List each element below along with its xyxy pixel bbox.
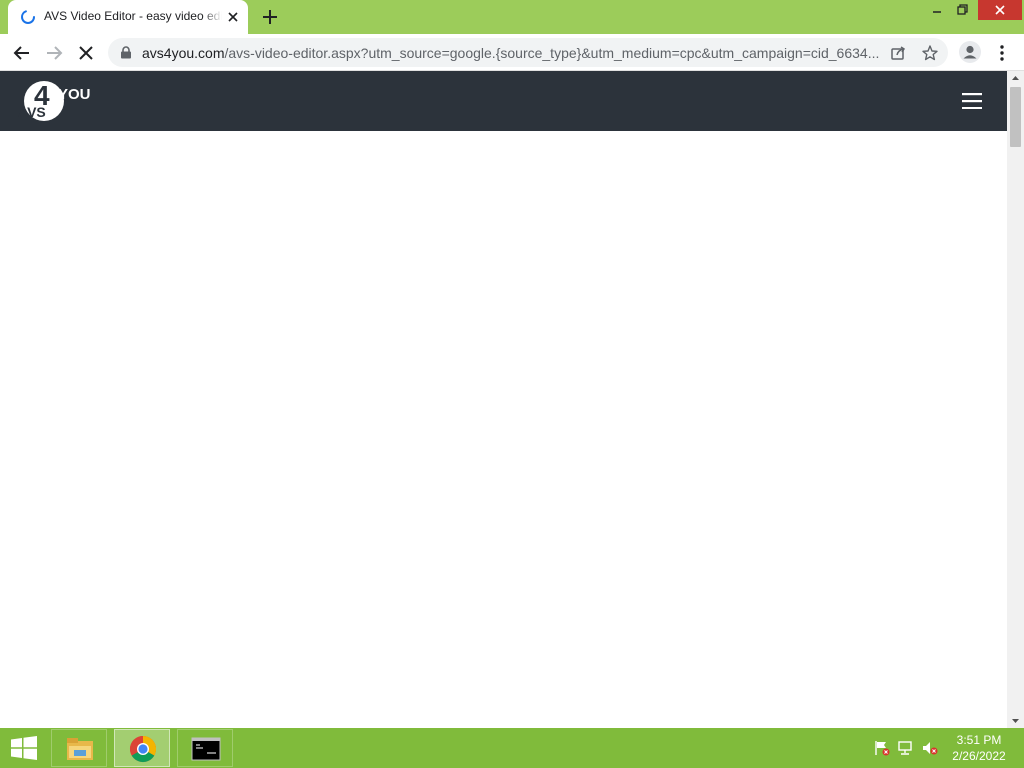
command-prompt-icon (191, 737, 221, 761)
scroll-up-arrow-icon[interactable] (1007, 71, 1024, 85)
taskbar-chrome[interactable] (114, 729, 170, 767)
bookmark-star-icon[interactable] (921, 44, 939, 62)
network-icon[interactable] (897, 740, 915, 756)
browser-tab[interactable]: AVS Video Editor - easy video editing (8, 0, 248, 34)
url-path: /avs-video-editor.aspx?utm_source=google… (224, 45, 880, 61)
logo-suffix: YOU (58, 86, 90, 103)
tab-strip: AVS Video Editor - easy video editing (0, 0, 1024, 34)
stop-loading-icon[interactable] (74, 41, 98, 65)
taskbar-file-explorer[interactable] (51, 729, 107, 767)
hamburger-menu-icon[interactable] (962, 93, 982, 109)
back-icon[interactable] (10, 41, 34, 65)
vertical-scrollbar[interactable] (1007, 71, 1024, 728)
site-header: YOU 4 AVS (0, 71, 1007, 131)
taskbar: 3:51 PM 2/26/2022 (0, 728, 1024, 768)
minimize-icon[interactable] (926, 0, 948, 20)
action-center-flag-icon[interactable] (873, 740, 891, 756)
url-host: avs4you.com (142, 45, 225, 61)
avs4you-logo[interactable]: YOU 4 AVS (18, 81, 90, 123)
close-window-icon[interactable] (978, 0, 1022, 20)
clock-time: 3:51 PM (956, 733, 1002, 747)
browser-toolbar: avs4you.com/avs-video-editor.aspx?utm_so… (0, 34, 1024, 71)
more-menu-icon[interactable] (990, 41, 1014, 65)
chrome-icon (129, 735, 157, 763)
profile-avatar-icon[interactable] (958, 40, 982, 64)
lock-icon[interactable] (120, 46, 132, 59)
logo-prefix: AVS (18, 104, 46, 120)
loading-spinner-icon (21, 10, 35, 24)
scroll-down-arrow-icon[interactable] (1007, 714, 1024, 728)
forward-icon[interactable] (42, 41, 66, 65)
folder-icon (67, 738, 93, 760)
windows-start-icon[interactable] (10, 736, 38, 760)
tab-title: AVS Video Editor - easy video editing (44, 9, 222, 25)
address-bar[interactable]: avs4you.com/avs-video-editor.aspx?utm_so… (108, 38, 948, 67)
volume-muted-icon[interactable] (921, 740, 939, 756)
clock-date: 2/26/2022 (952, 749, 1006, 763)
system-clock[interactable]: 3:51 PM 2/26/2022 (946, 732, 1012, 766)
scrollbar-thumb[interactable] (1010, 87, 1021, 147)
share-icon[interactable] (889, 44, 907, 62)
taskbar-command-prompt[interactable] (177, 729, 233, 767)
new-tab-icon[interactable] (259, 6, 281, 28)
restore-icon[interactable] (951, 0, 973, 20)
page-body (0, 131, 1007, 728)
url-text[interactable]: avs4you.com/avs-video-editor.aspx?utm_so… (142, 45, 882, 61)
close-tab-icon[interactable] (224, 8, 242, 26)
